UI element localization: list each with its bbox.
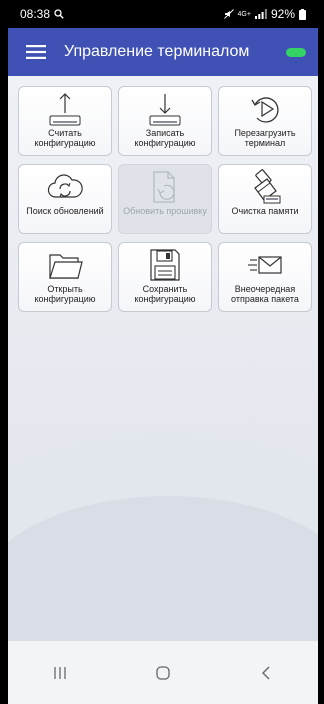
signal-icon — [254, 9, 267, 19]
read-config-tile[interactable]: Считать конфигурацию — [18, 86, 112, 156]
phone-screen: 08:38 4G+ 92% Управление терминалом Счит… — [8, 0, 318, 704]
status-time: 08:38 — [20, 7, 51, 21]
tile-label: Открыть конфигурацию — [34, 284, 96, 304]
tile-label: Поиск обновлений — [26, 206, 104, 216]
home-button[interactable] — [133, 653, 193, 693]
connection-indicator — [286, 47, 306, 57]
battery-percent: 92% — [270, 7, 295, 21]
save-config-tile[interactable]: Сохранить конфигурацию — [118, 242, 212, 312]
recent-apps-icon — [54, 666, 66, 679]
cloud-refresh-icon — [47, 174, 83, 198]
tile-label: Очистка памяти — [231, 206, 299, 216]
tile-label: Перезагрузить терминал — [234, 128, 296, 148]
broom-icon — [254, 169, 281, 204]
status-bar: 08:38 4G+ 92% — [8, 0, 318, 28]
page-title: Управление терминалом — [64, 43, 250, 60]
update-firmware-tile[interactable]: Обновить прошивку — [118, 164, 212, 234]
home-icon — [156, 665, 170, 680]
open-config-tile[interactable]: Открыть конфигурацию — [18, 242, 112, 312]
app-bar: Управление терминалом — [8, 28, 318, 76]
tile-label: Сохранить конфигурацию — [134, 284, 196, 304]
background-wave — [8, 496, 318, 641]
tile-label: Считать конфигурацию — [34, 128, 96, 148]
system-nav-bar — [8, 641, 318, 704]
search-updates-tile[interactable]: Поиск обновлений — [18, 164, 112, 234]
battery-icon — [299, 8, 306, 20]
back-icon — [262, 666, 270, 679]
floppy-disk-icon — [150, 249, 180, 281]
write-config-tile[interactable]: Записать конфигурацию — [118, 86, 212, 156]
network-type: 4G+ — [237, 10, 251, 18]
back-button[interactable] — [236, 653, 296, 693]
tile-label: Внеочередная отправка пакета — [231, 284, 299, 304]
tile-label: Записать конфигурацию — [134, 128, 196, 148]
recent-apps-button[interactable] — [30, 653, 90, 693]
menu-button[interactable] — [8, 28, 64, 76]
send-mail-icon — [248, 256, 282, 274]
clear-memory-tile[interactable]: Очистка памяти — [218, 164, 312, 234]
mute-icon — [223, 9, 234, 19]
tile-label: Обновить прошивку — [123, 206, 207, 216]
send-packet-tile[interactable]: Внеочередная отправка пакета — [218, 242, 312, 312]
firmware-update-icon — [153, 171, 175, 203]
main-content: Считать конфигурацию Записать конфигурац… — [8, 76, 318, 641]
folder-icon — [49, 254, 83, 279]
download-icon — [149, 94, 181, 126]
restart-icon — [251, 97, 279, 123]
actions-grid: Считать конфигурацию Записать конфигурац… — [18, 86, 312, 312]
hamburger-menu-icon — [26, 45, 46, 59]
upload-icon — [49, 93, 81, 126]
restart-terminal-tile[interactable]: Перезагрузить терминал — [218, 86, 312, 156]
search-icon — [54, 9, 64, 19]
